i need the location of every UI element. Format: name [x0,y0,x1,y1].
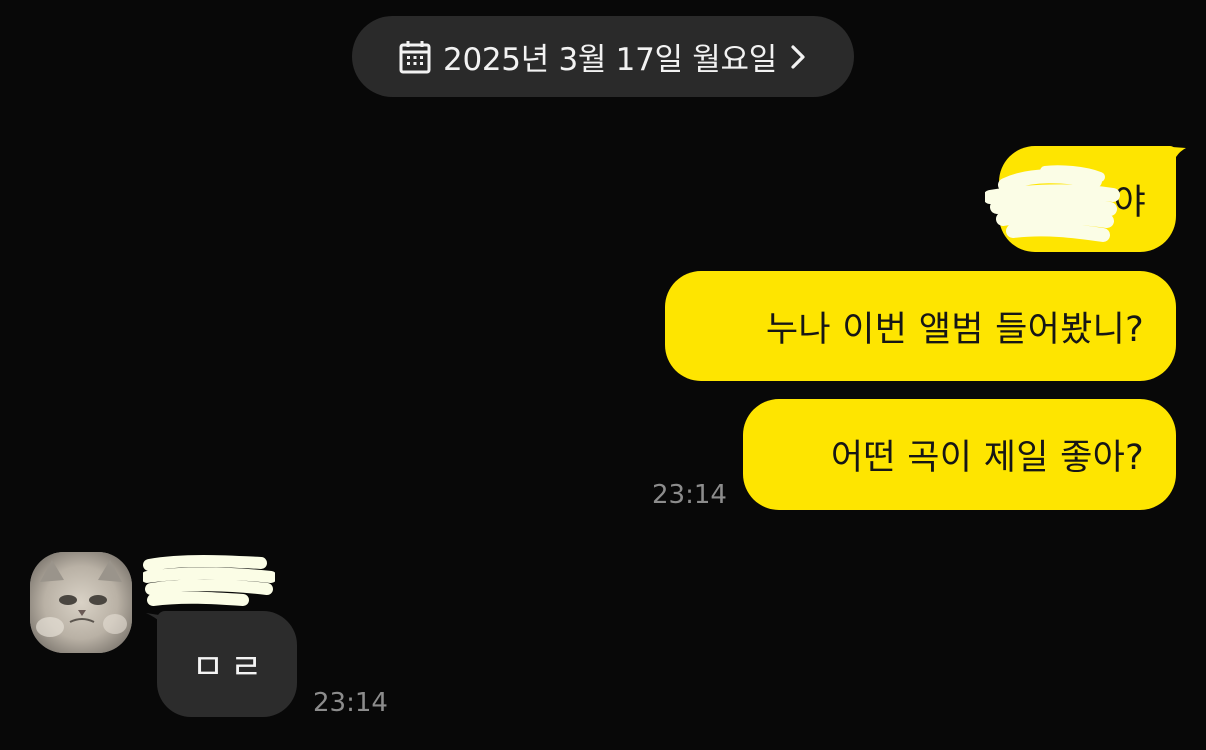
redaction-scribble [143,555,275,606]
cat-avatar-image [30,552,132,653]
calendar-icon [399,40,431,73]
date-header-label: 2025년 3월 17일 월요일 [443,42,777,78]
outgoing-message-bubble[interactable]: 어떤 곡이 제일 좋아? [743,399,1176,510]
incoming-message-text: ㅁㄹ [191,647,269,688]
outgoing-message-text: 누나 이번 앨범 들어봤니? [765,309,1144,350]
message-timestamp: 23:14 [652,480,727,510]
date-header-button[interactable]: 2025년 3월 17일 월요일 [352,16,854,97]
outgoing-message-bubble[interactable]: 누나 이번 앨범 들어봤니? [665,271,1176,381]
redaction-scribble [985,165,1120,242]
outgoing-message-text: 어떤 곡이 제일 좋아? [830,438,1144,478]
chevron-right-icon [791,44,805,69]
message-timestamp: 23:14 [313,688,388,718]
bubble-tail [1158,146,1186,172]
incoming-message-bubble[interactable]: ㅁㄹ [157,611,297,717]
avatar[interactable] [30,552,132,653]
